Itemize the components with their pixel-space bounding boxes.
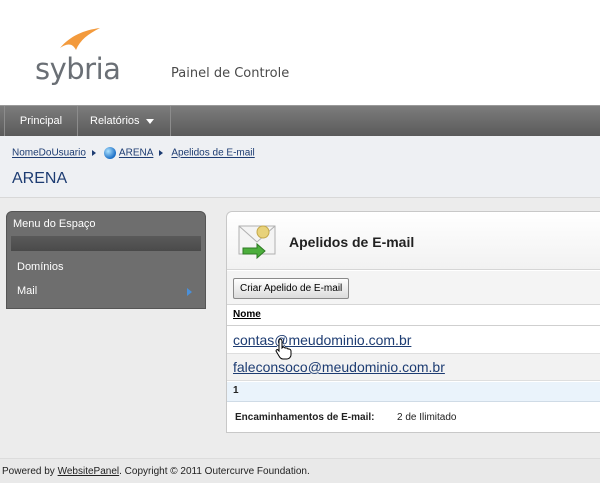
sidebar-item-mail[interactable]: Mail	[17, 285, 37, 297]
space-menu: Menu do Espaço Domínios Mail	[6, 211, 206, 309]
pager: 1	[227, 382, 600, 402]
email-alias-link[interactable]: faleconsoco@meudominio.com.br	[233, 359, 445, 375]
chevron-right-icon	[187, 288, 192, 296]
nav-relatorios[interactable]: Relatórios	[78, 106, 171, 137]
breadcrumb-email-aliases[interactable]: Apelidos de E-mail	[171, 148, 254, 159]
websitepanel-link[interactable]: WebsitePanel	[58, 466, 120, 477]
content-header: Apelidos de E-mail	[227, 212, 600, 270]
subheader: NomeDoUsuario ARENA Apelidos de E-mail ARE…	[0, 136, 600, 198]
top-nav: Principal Relatórios	[0, 105, 600, 137]
breadcrumb-user[interactable]: NomeDoUsuario	[12, 148, 86, 159]
toolbar: Criar Apelido de E-mail	[227, 271, 600, 305]
header: sybria Painel de Controle	[0, 0, 600, 105]
quota-value: 2 de Ilimitado	[397, 412, 457, 423]
quota-label: Encaminhamentos de E-mail:	[235, 412, 375, 423]
page-title: ARENA	[12, 170, 68, 187]
content-panel: Apelidos de E-mail Criar Apelido de E-ma…	[226, 211, 600, 433]
breadcrumb-space[interactable]: ARENA	[119, 148, 153, 159]
nav-principal[interactable]: Principal	[4, 106, 78, 137]
nav-principal-label: Principal	[19, 115, 63, 127]
email-alias-link[interactable]: contas@meudominio.com.br	[233, 332, 411, 348]
panel-title: Painel de Controle	[171, 66, 290, 81]
footer-prefix: Powered by	[2, 466, 58, 477]
grid-header: Nome	[227, 306, 600, 326]
sidebar-item-dominios[interactable]: Domínios	[17, 261, 63, 273]
nav-relatorios-label: Relatórios	[90, 115, 140, 127]
hand-pointer-icon	[275, 338, 292, 360]
breadcrumb: NomeDoUsuario ARENA Apelidos de E-mail	[12, 147, 255, 159]
space-menu-title: Menu do Espaço	[13, 218, 96, 230]
space-menu-bar	[11, 236, 201, 251]
logo: sybria	[35, 52, 121, 86]
pager-page-number[interactable]: 1	[233, 385, 239, 396]
footer-text: Powered by WebsitePanel. Copyright © 201…	[2, 466, 310, 477]
content-title: Apelidos de E-mail	[289, 234, 415, 250]
breadcrumb-arrow-icon	[91, 150, 96, 156]
create-email-alias-button[interactable]: Criar Apelido de E-mail	[233, 278, 350, 299]
caret-down-icon	[145, 118, 154, 124]
breadcrumb-arrow-icon	[159, 150, 164, 156]
column-header-nome[interactable]: Nome	[233, 309, 261, 320]
envelope-icon	[238, 225, 276, 260]
globe-icon	[103, 147, 116, 159]
footer-suffix: . Copyright © 2011 Outercurve Foundation…	[119, 466, 310, 477]
logo-swoosh-icon	[60, 28, 100, 50]
footer: Powered by WebsitePanel. Copyright © 201…	[0, 458, 600, 483]
quota: Encaminhamentos de E-mail: 2 de Ilimitad…	[227, 404, 600, 432]
